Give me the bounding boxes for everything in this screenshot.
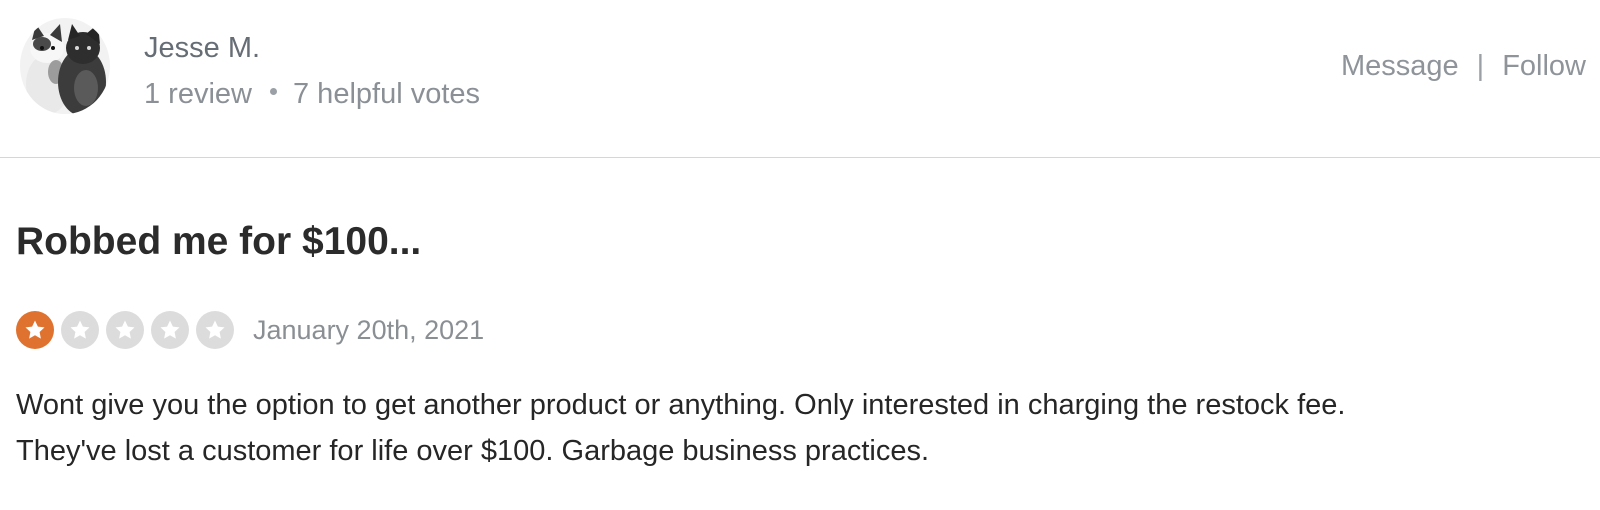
review-count: 1 review [144,78,252,110]
review-text-line: Wont give you the option to get another … [16,389,1346,421]
star-empty-icon [196,311,234,349]
follow-button[interactable]: Follow [1502,50,1586,82]
star-rating [16,311,241,349]
rating-row: January 20th, 2021 [16,310,484,350]
helpful-votes-count: 7 helpful votes [293,78,481,110]
star-empty-icon [106,311,144,349]
avatar[interactable] [20,18,110,114]
review-title: Robbed me for $100... [16,220,422,263]
review-text-line: They've lost a customer for life over $1… [16,435,930,467]
message-button[interactable]: Message [1341,50,1459,82]
star-empty-icon [61,311,99,349]
star-filled-icon [16,311,54,349]
star-empty-icon [151,311,189,349]
review-date: January 20th, 2021 [253,315,485,345]
reviewer-stats: 1 review 7 helpful votes [144,76,480,112]
action-separator: | [1476,50,1485,82]
avatar-image [20,18,110,114]
bullet-separator [270,87,277,95]
reviewer-actions: Message | Follow [1341,48,1586,84]
review-body: Wont give you the option to get another … [16,382,1576,474]
reviewer-header: Jesse M. 1 review 7 helpful votes Message… [0,0,1600,158]
reviewer-name[interactable]: Jesse M. [144,30,260,66]
